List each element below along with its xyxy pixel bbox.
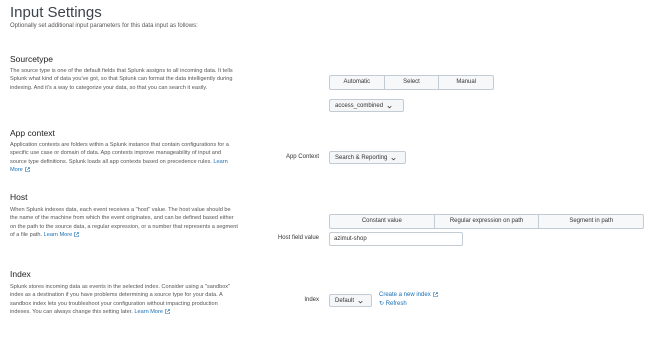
external-link-icon xyxy=(432,292,438,298)
chevron-down-icon xyxy=(390,155,397,161)
sourcetype-dropdown[interactable]: access_combined xyxy=(329,99,404,112)
app-context-title: App context xyxy=(10,128,55,138)
app-context-label: App Context xyxy=(285,154,319,160)
sourcetype-option-automatic[interactable]: Automatic xyxy=(330,76,385,89)
index-title: Index xyxy=(10,269,31,279)
index-label: Index xyxy=(304,297,319,303)
sourcetype-dropdown-value: access_combined xyxy=(335,102,384,109)
index-description-text: Splunk stores incoming data as events in… xyxy=(10,284,231,316)
app-context-description-text: Application contexts are folders within … xyxy=(10,142,229,165)
host-learn-more-link[interactable]: Learn More xyxy=(44,232,73,238)
host-option-segment-in-path[interactable]: Segment in path xyxy=(539,215,643,228)
create-index-link-label: Create a new index xyxy=(379,292,431,299)
chevron-down-icon xyxy=(357,298,364,304)
refresh-icon: ↻ xyxy=(379,301,385,307)
host-field-input[interactable]: azimut-shop xyxy=(329,232,463,246)
index-dropdown-value: Default xyxy=(335,297,355,304)
host-option-constant-value[interactable]: Constant value xyxy=(330,215,435,228)
index-description: Splunk stores incoming data as events in… xyxy=(10,283,238,317)
external-link-icon xyxy=(74,231,80,239)
page-subtitle: Optionally set additional input paramete… xyxy=(10,23,198,29)
sourcetype-mode-selector: Automatic Select Manual xyxy=(329,75,494,90)
refresh-link[interactable]: ↻ Refresh xyxy=(379,300,407,307)
host-title: Host xyxy=(10,192,28,202)
index-learn-more-link[interactable]: Learn More xyxy=(134,309,163,315)
external-link-icon xyxy=(24,166,30,174)
host-field-label: Host field value xyxy=(277,235,319,241)
host-option-regex-on-path[interactable]: Regular expression on path xyxy=(435,215,540,228)
sourcetype-title: Sourcetype xyxy=(10,54,53,64)
app-context-dropdown-value: Search & Reporting xyxy=(335,154,388,161)
chevron-down-icon xyxy=(386,103,393,109)
page-title: Input Settings xyxy=(10,4,102,21)
app-context-dropdown[interactable]: Search & Reporting xyxy=(329,151,406,164)
sourcetype-description: The source type is one of the default fi… xyxy=(10,68,233,91)
host-mode-selector: Constant value Regular expression on pat… xyxy=(329,214,644,229)
app-context-description: Application contexts are folders within … xyxy=(10,141,238,175)
create-index-link[interactable]: Create a new index xyxy=(379,292,438,298)
index-dropdown[interactable]: Default xyxy=(329,294,372,307)
host-description: When Splunk indexes data, each event rec… xyxy=(10,206,238,240)
sourcetype-option-select[interactable]: Select xyxy=(385,76,440,89)
refresh-link-label: Refresh xyxy=(385,301,407,307)
sourcetype-option-manual[interactable]: Manual xyxy=(439,76,493,89)
external-link-icon xyxy=(165,308,170,316)
